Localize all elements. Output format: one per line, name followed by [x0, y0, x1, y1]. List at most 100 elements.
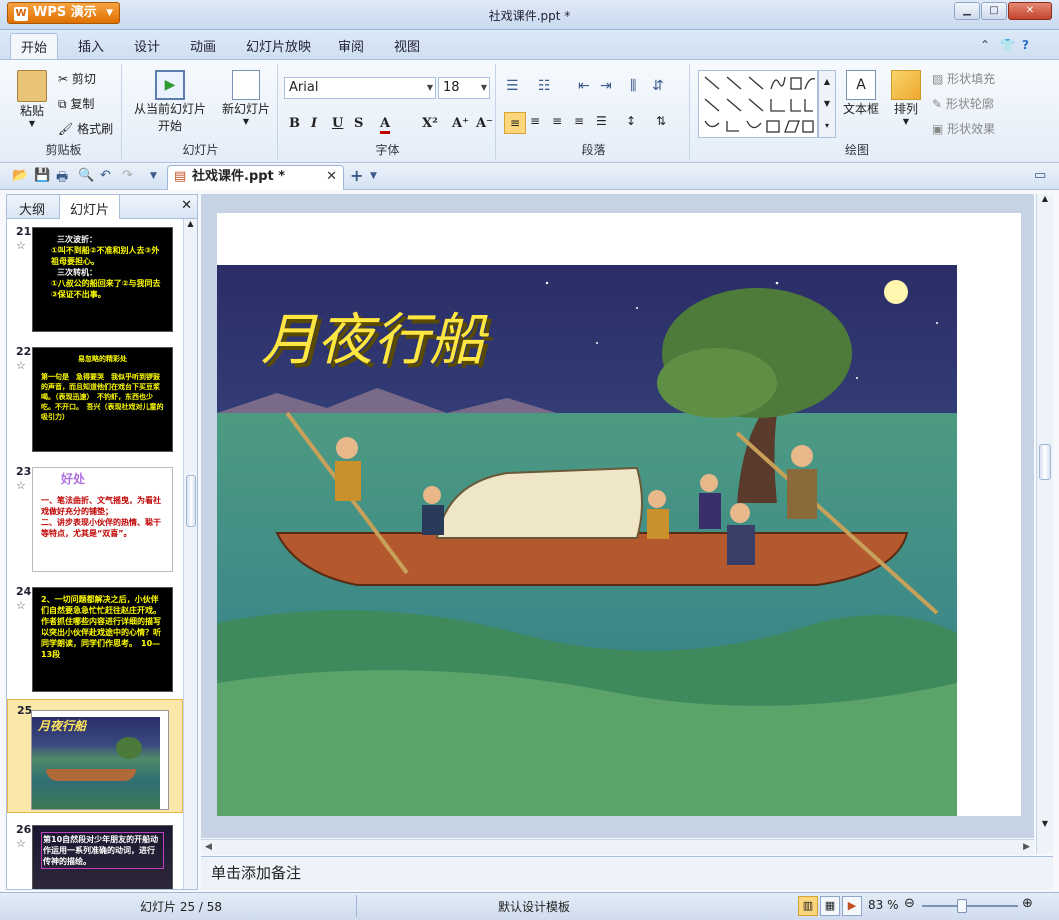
window-layout-icon[interactable]: ▭	[1034, 168, 1046, 183]
scroll-right-icon[interactable]: ▶	[1023, 842, 1030, 852]
slide-thumbnail[interactable]: 三次波折： ①叫不到船②不准和别人去③外祖母要担心。 三次转机： ①八叔公的船回…	[32, 227, 173, 332]
skin-icon[interactable]: 👕	[1000, 38, 1015, 52]
zoom-in-icon[interactable]: ⊕	[1022, 896, 1033, 911]
save-icon[interactable]: 💾	[34, 168, 50, 183]
scroll-up-icon[interactable]: ▲	[1037, 194, 1053, 203]
close-panel-icon[interactable]: ✕	[181, 198, 192, 213]
distribute-icon[interactable]: ☰	[596, 114, 607, 128]
justify-icon[interactable]: ≡	[574, 114, 584, 128]
slide-thumbnail[interactable]: 2、一切问题都解决之后，小伙伴们自然要急急忙忙赶往赵庄开戏。作者抓住哪些内容进行…	[32, 587, 173, 692]
shadow-button[interactable]: S	[354, 116, 363, 131]
slide-thumbnail[interactable]: 易忽略的精彩处 第一句是 急得要哭 我似乎听到锣鼓的声音，而且知道他们在戏台下买…	[32, 347, 173, 452]
shrink-font-button[interactable]: A⁻	[476, 116, 493, 131]
minimize-button[interactable]: ▁	[954, 2, 980, 20]
shape-outline-button[interactable]: ✎ 形状轮廓	[932, 95, 994, 112]
slide-thumbnail[interactable]: 月夜行船	[31, 710, 169, 810]
thumbnail-row-selected[interactable]: 25 月夜行船	[7, 699, 183, 813]
arrange-button[interactable]: 排列 ▼	[886, 70, 926, 126]
increase-indent-icon[interactable]: ⇥	[600, 78, 612, 94]
tab-review[interactable]: 审阅	[338, 36, 364, 55]
tab-home[interactable]: 开始	[10, 33, 59, 60]
slide-thumbnail[interactable]: 第10自然段对少年朋友的开船动作运用一系列准确的动词，进行传神的描绘。	[32, 825, 173, 889]
shape-fill-button[interactable]: ▨ 形状填充	[932, 70, 995, 87]
thumbnail-row[interactable]: 22 ☆ 易忽略的精彩处 第一句是 急得要哭 我似乎听到锣鼓的声音，而且知道他们在…	[7, 341, 183, 452]
thumbnail-row[interactable]: 24 ☆ 2、一切问题都解决之后，小伙伴们自然要急急忙忙赶往赵庄开戏。作者抓住哪些…	[7, 581, 183, 692]
collapse-ribbon-icon[interactable]: ⌃	[980, 38, 990, 52]
open-icon[interactable]: 📂	[12, 168, 28, 183]
textbox-button[interactable]: A 文本框	[838, 70, 884, 117]
italic-button[interactable]: I	[311, 116, 317, 131]
undo-icon[interactable]: ↶	[100, 168, 111, 183]
slide-thumbnail[interactable]: 好处 一、笔法曲折、文气摇曳，为看社戏做好充分的铺垫； 二、讲步表现小伙伴的热情…	[32, 467, 173, 572]
bullets-icon[interactable]: ☰	[506, 78, 519, 94]
slideshow-view-icon[interactable]: ▶	[842, 896, 862, 916]
columns-icon[interactable]: ⫼	[630, 78, 636, 94]
slide-sorter-icon[interactable]: ▦	[820, 896, 840, 916]
print-icon[interactable]: 🖶	[56, 168, 68, 190]
font-color-button[interactable]: A	[380, 116, 391, 134]
chevron-down-icon[interactable]: ▼	[370, 171, 377, 181]
scroll-down-icon[interactable]: ▼	[1037, 819, 1053, 828]
vertical-scrollbar[interactable]: ▲ ▼	[1036, 194, 1053, 854]
paste-button[interactable]: 粘贴 ▼	[10, 70, 54, 128]
print-preview-icon[interactable]: 🔍	[78, 168, 94, 183]
thumbnail-row[interactable]: 23 ☆ 好处 一、笔法曲折、文气摇曳，为看社戏做好充分的铺垫； 二、讲步表现小伙…	[7, 461, 183, 572]
scroll-left-icon[interactable]: ◀	[205, 842, 212, 852]
decrease-indent-icon[interactable]: ⇤	[578, 78, 590, 94]
underline-button[interactable]: U	[332, 116, 343, 131]
slide[interactable]: 月夜行船 月夜行船	[217, 213, 1021, 816]
text-direction-icon[interactable]: ⇵	[652, 78, 664, 94]
zoom-slider-thumb[interactable]	[957, 899, 967, 913]
superscript-button[interactable]: X²	[422, 116, 438, 131]
maximize-button[interactable]: □	[981, 2, 1007, 20]
chevron-down-icon: ▼	[28, 119, 36, 128]
normal-view-icon[interactable]: ▥	[798, 896, 818, 916]
play-icon: ▶	[155, 70, 185, 100]
tab-slides[interactable]: 幻灯片	[59, 195, 121, 219]
tab-animation[interactable]: 动画	[190, 36, 216, 55]
chevron-down-icon: ▼	[426, 83, 433, 92]
notes-pane[interactable]: 单击添加备注	[201, 856, 1053, 890]
tab-insert[interactable]: 插入	[78, 36, 104, 55]
shape-gallery[interactable]	[698, 70, 818, 138]
line-spacing-icon[interactable]: ↕	[626, 114, 636, 128]
cut-button[interactable]: ✂ 剪切	[58, 70, 96, 87]
tab-view[interactable]: 视图	[394, 36, 420, 55]
moon	[884, 280, 908, 304]
tab-slideshow[interactable]: 幻灯片放映	[246, 36, 311, 55]
close-tab-icon[interactable]: ✕	[326, 166, 337, 188]
font-size-select[interactable]: 18 ▼	[438, 77, 490, 99]
bold-button[interactable]: B	[289, 116, 300, 131]
grow-font-button[interactable]: A⁺	[452, 116, 469, 131]
paragraph-spacing-icon[interactable]: ⇅	[656, 114, 666, 128]
close-window-button[interactable]: ✕	[1008, 2, 1052, 20]
scroll-up-icon[interactable]: ▲	[184, 219, 197, 228]
status-bar: 幻灯片 25 / 58 默认设计模板 ▥ ▦ ▶ 83 % ⊖ ⊕	[0, 892, 1059, 920]
new-slide-button[interactable]: 新幻灯片 ▼	[216, 70, 276, 126]
thumbnail-row[interactable]: 21 ☆ 三次波折： ①叫不到船②不准和别人去③外祖母要担心。 三次转机： ①八叔…	[7, 221, 183, 332]
align-center-icon[interactable]: ≡	[530, 114, 540, 128]
horizontal-scrollbar[interactable]: ◀ ▶	[201, 839, 1034, 855]
panel-scroll-thumb[interactable]	[186, 475, 196, 527]
shape-effect-button[interactable]: ▣ 形状效果	[932, 120, 995, 137]
numbering-icon[interactable]: ☷	[538, 78, 551, 94]
customize-toolbar-icon[interactable]: ▼	[150, 171, 157, 181]
tab-design[interactable]: 设计	[134, 36, 160, 55]
play-from-current-button[interactable]: ▶ 从当前幻灯片 开始	[128, 70, 212, 134]
font-name-select[interactable]: Arial ▼	[284, 77, 436, 99]
help-icon[interactable]: ?	[1022, 38, 1029, 52]
redo-icon[interactable]: ↷	[122, 168, 133, 183]
vertical-scroll-thumb[interactable]	[1039, 444, 1051, 480]
align-left-icon[interactable]: ≡	[504, 112, 526, 134]
align-right-icon[interactable]: ≡	[552, 114, 562, 128]
thumbnail-row[interactable]: 26 ☆ 第10自然段对少年朋友的开船动作运用一系列准确的动词，进行传神的描绘。	[7, 819, 183, 889]
tab-outline[interactable]: 大纲	[19, 199, 45, 218]
zoom-slider[interactable]	[922, 905, 1018, 907]
zoom-out-icon[interactable]: ⊖	[904, 896, 915, 911]
format-painter-button[interactable]: 🖌 格式刷	[58, 120, 113, 137]
gallery-scroll[interactable]: ▲ ▼ ▾	[818, 70, 836, 138]
panel-scrollbar[interactable]: ▲	[183, 219, 197, 889]
copy-button[interactable]: ⧉ 复制	[58, 95, 94, 112]
new-tab-icon[interactable]: +	[350, 166, 363, 185]
document-tab[interactable]: ▤ 社戏课件.ppt * ✕	[167, 165, 344, 190]
